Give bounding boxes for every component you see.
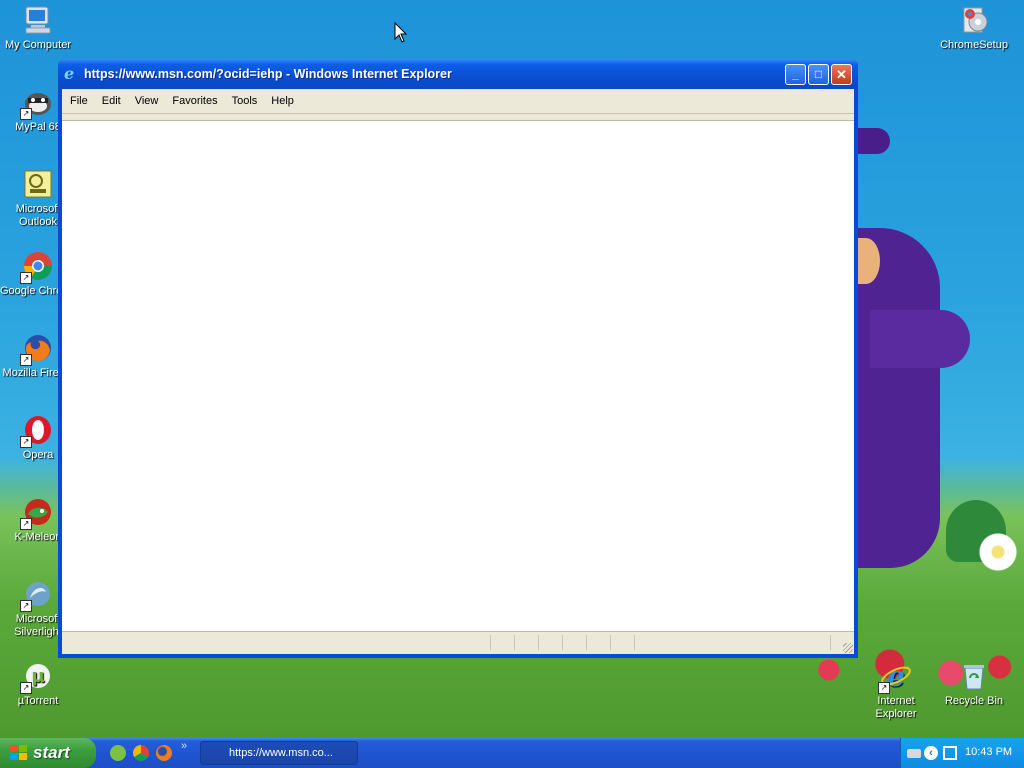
close-icon: ✕ <box>836 67 847 82</box>
desktop-icon-my-computer[interactable]: My Computer <box>0 4 76 52</box>
status-pane <box>514 635 515 650</box>
quicklaunch-utorrent-icon[interactable] <box>110 745 126 761</box>
maximize-icon: □ <box>814 67 823 81</box>
kmeleon-icon: ↗ <box>20 496 54 530</box>
menu-bar: File Edit View Favorites Tools Help <box>62 89 854 114</box>
status-pane <box>610 635 611 650</box>
taskbar: start » https://www.msn.co... ‹ 10:43 PM <box>0 738 1024 768</box>
outlook-icon <box>22 168 54 200</box>
status-pane <box>634 635 635 650</box>
shortcut-arrow-icon: ↗ <box>878 682 890 694</box>
desktop-icon-label: µTorrent <box>17 695 59 707</box>
menu-edit[interactable]: Edit <box>95 89 128 113</box>
window-title: https://www.msn.com/?ocid=iehp - Windows… <box>84 67 452 81</box>
ie-icon: e <box>64 64 75 83</box>
desktop-icon-label: Internet Explorer <box>875 695 917 720</box>
menu-help[interactable]: Help <box>264 89 301 113</box>
status-pane <box>562 635 563 650</box>
start-label: start <box>33 743 70 762</box>
wallpaper-daisy <box>978 532 1018 572</box>
maximize-button[interactable]: □ <box>808 64 829 85</box>
shortcut-arrow-icon: ↗ <box>20 518 32 530</box>
shortcut-arrow-icon: ↗ <box>20 272 32 284</box>
shortcut-arrow-icon: ↗ <box>20 600 32 612</box>
clock: 10:43 PM <box>965 746 1013 758</box>
desktop-icon-label: ChromeSetup <box>940 39 1008 51</box>
firefox-icon: ↗ <box>20 332 54 366</box>
wallpaper-figure-arm <box>870 310 970 368</box>
resize-grip[interactable] <box>843 643 853 653</box>
chromesetup-icon <box>958 4 990 36</box>
keyboard-icon[interactable] <box>907 749 921 758</box>
status-pane <box>490 635 491 650</box>
toolbar-separator <box>62 114 854 121</box>
taskbar-item-label: https://www.msn.co... <box>229 747 333 759</box>
minimize-button[interactable]: _ <box>785 64 806 85</box>
ie-window: e https://www.msn.com/?ocid=iehp - Windo… <box>58 59 858 658</box>
status-pane <box>830 635 831 650</box>
network-icon[interactable] <box>943 746 957 760</box>
windows-flag-icon <box>10 745 28 761</box>
minimize-icon: _ <box>792 67 799 81</box>
desktop-icon-utorrent[interactable]: µ ↗ µTorrent <box>0 660 76 708</box>
shortcut-arrow-icon: ↗ <box>20 108 32 120</box>
svg-text:µ: µ <box>31 666 44 687</box>
ie-icon: e ↗ <box>878 660 912 694</box>
quicklaunch-more-icon[interactable]: » <box>181 740 187 752</box>
desktop-icon-label: Recycle Bin <box>944 695 1004 707</box>
shortcut-arrow-icon: ↗ <box>20 436 32 448</box>
status-bar <box>62 631 854 654</box>
desktop-icon-recycle-bin[interactable]: Recycle Bin <box>936 660 1012 708</box>
desktop-icon-chromesetup[interactable]: ChromeSetup <box>936 4 1012 52</box>
tray-expand-icon[interactable]: ‹ <box>924 746 938 760</box>
menu-favorites[interactable]: Favorites <box>165 89 224 113</box>
menu-tools[interactable]: Tools <box>225 89 265 113</box>
start-button[interactable]: start <box>0 738 96 768</box>
opera-icon: ↗ <box>20 414 54 448</box>
utorrent-icon: µ ↗ <box>20 660 54 694</box>
desktop-icon-label: My Computer <box>4 39 72 51</box>
menu-file[interactable]: File <box>62 89 95 113</box>
status-pane <box>586 635 587 650</box>
system-tray: ‹ 10:43 PM <box>900 738 1024 768</box>
chrome-icon: ↗ <box>20 250 54 284</box>
mypal-icon: ↗ <box>20 86 54 120</box>
page-content-area[interactable] <box>62 121 854 631</box>
silverlight-icon: ↗ <box>20 578 54 612</box>
title-bar[interactable]: e https://www.msn.com/?ocid=iehp - Windo… <box>58 59 858 89</box>
desktop-icon-internet-explorer[interactable]: e ↗ Internet Explorer <box>858 660 934 721</box>
shortcut-arrow-icon: ↗ <box>20 354 32 366</box>
taskbar-item-ie[interactable]: https://www.msn.co... <box>200 741 358 765</box>
quicklaunch-chrome-icon[interactable] <box>133 745 149 761</box>
menu-view[interactable]: View <box>128 89 166 113</box>
recycle-bin-icon <box>958 660 990 692</box>
shortcut-arrow-icon: ↗ <box>20 682 32 694</box>
close-button[interactable]: ✕ <box>831 64 852 85</box>
status-pane <box>538 635 539 650</box>
quicklaunch-firefox-icon[interactable] <box>156 745 172 761</box>
my-computer-icon <box>22 4 54 36</box>
